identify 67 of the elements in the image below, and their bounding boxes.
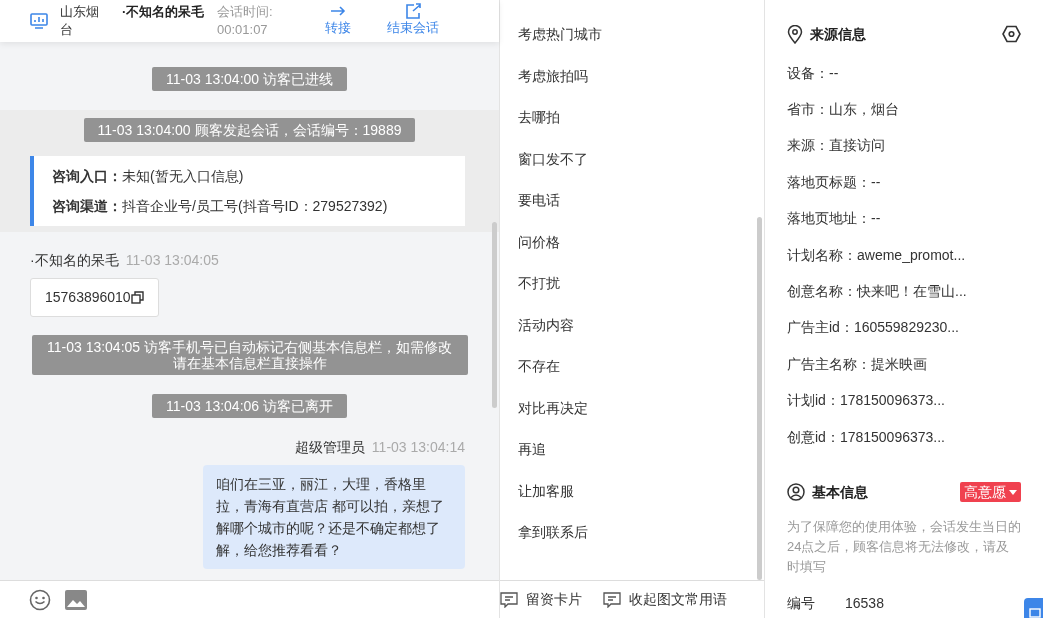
- info-field: 广告主id：160559829230...: [787, 309, 1021, 347]
- section-title: 基本信息: [812, 482, 869, 502]
- field-value: 16538: [845, 594, 884, 614]
- chat-button[interactable]: [1024, 598, 1043, 618]
- quick-reply-item[interactable]: 拿到联系后: [500, 512, 764, 554]
- info-field: 设备：--: [787, 55, 1021, 92]
- sender-name: ·不知名的呆毛: [30, 251, 119, 270]
- quick-reply-item[interactable]: 活动内容: [500, 304, 764, 346]
- info-field: 创意名称：快来吧！在雪山...: [787, 273, 1021, 310]
- quick-reply-item[interactable]: 窗口发不了: [500, 138, 764, 180]
- message-time: 11-03 13:04:14: [371, 438, 465, 457]
- system-message: 11-03 13:04:00 顾客发起会话，会话编号：19889: [83, 118, 416, 142]
- info-field: 计划名称：aweme_promot...: [787, 236, 1021, 274]
- intent-tag-dropdown[interactable]: 高意愿: [960, 482, 1021, 503]
- system-message: 11-03 13:04:06 访客已离开: [151, 394, 347, 418]
- duration-label: 会话时间:: [217, 3, 274, 21]
- info-field: 落地页标题：--: [787, 164, 1021, 201]
- image-icon[interactable]: [65, 589, 87, 610]
- quick-reply-item[interactable]: 让加客服: [500, 470, 764, 512]
- message-icon: [603, 591, 621, 608]
- info-field: 省市：山东，烟台: [787, 91, 1021, 128]
- message-icon: [500, 591, 518, 608]
- scrollbar[interactable]: [757, 217, 762, 580]
- message-bubble: 咱们在三亚，丽江，大理，香格里拉，青海有直营店 都可以拍，亲想了解哪个城市的呢？还是不确定都想了解，给您推荐看看？: [203, 465, 465, 569]
- quick-reply-item[interactable]: 不存在: [500, 346, 764, 388]
- toolbar-button[interactable]: 收起图文常用语: [603, 589, 727, 610]
- detail-value: 未知(暂无入口信息): [122, 168, 244, 184]
- info-field: 计划id：178150096373...: [787, 382, 1021, 419]
- quick-reply-item[interactable]: 问价格: [500, 221, 764, 263]
- transfer-button[interactable]: 转接: [325, 3, 351, 37]
- system-message: 11-03 13:04:00 访客已进线: [151, 67, 347, 91]
- field-label: 编号: [787, 594, 816, 614]
- quick-reply-item[interactable]: 再追: [500, 429, 764, 471]
- note-text: 为了保障您的使用体验，会话发生当日的24点之后，顾客信息将无法修改，请及时填写: [787, 518, 1021, 577]
- scrollbar[interactable]: [492, 222, 497, 408]
- exit-icon: [405, 3, 421, 19]
- emoji-icon[interactable]: [29, 588, 51, 611]
- quick-reply-item[interactable]: 考虑热门城市: [500, 14, 764, 56]
- location-text: 山东烟台: [60, 3, 100, 39]
- quick-reply-item[interactable]: 考虑旅拍吗: [500, 55, 764, 97]
- settings-icon[interactable]: [1002, 25, 1021, 43]
- info-field: 广告主名称：提米映画: [787, 346, 1021, 383]
- message-bubble: 15763896010: [30, 278, 159, 317]
- message-time: 11-03 13:04:05: [125, 251, 219, 270]
- info-field: 落地页地址：--: [787, 200, 1021, 237]
- end-session-button[interactable]: 结束会话: [387, 3, 439, 37]
- caret-icon: [1009, 489, 1017, 495]
- detail-label: 咨询渠道：: [52, 198, 122, 214]
- detail-value: 抖音企业号/员工号(抖音号ID：279527392): [122, 198, 388, 214]
- detail-label: 咨询入口：: [52, 168, 122, 184]
- section-title: 来源信息: [810, 24, 867, 44]
- chat-icon: [1029, 608, 1041, 618]
- sender-name: 超级管理员: [294, 438, 365, 457]
- user-icon: [787, 483, 805, 502]
- quick-reply-item[interactable]: 要电话: [500, 180, 764, 222]
- quick-reply-item[interactable]: 不打扰: [500, 263, 764, 305]
- quick-reply-item[interactable]: 去哪拍: [500, 97, 764, 139]
- monitor-icon: [30, 13, 48, 29]
- copy-icon[interactable]: [130, 291, 144, 304]
- info-field: 创意id：178150096373...: [787, 418, 1021, 456]
- quick-reply-item[interactable]: 对比再决定: [500, 387, 764, 429]
- system-message: 11-03 13:04:05 访客手机号已自动标记右侧基本信息栏，如需修改请在基本信息栏直接操作: [31, 335, 468, 375]
- duration-text: 00:01:07: [217, 21, 269, 39]
- visitor-name: ·不知名的呆毛: [122, 3, 206, 21]
- toolbar-button[interactable]: 留资卡片: [500, 589, 582, 610]
- info-field: 来源：直接访问: [787, 127, 1021, 165]
- location-pin-icon: [787, 24, 803, 44]
